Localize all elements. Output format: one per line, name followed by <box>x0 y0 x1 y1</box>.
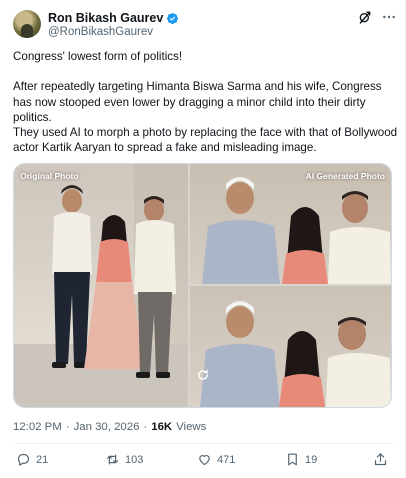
repost-button[interactable]: 103 <box>105 452 143 467</box>
tweet-time[interactable]: 12:02 PM <box>13 421 62 433</box>
tweet-date[interactable]: Jan 30, 2026 <box>74 421 140 433</box>
tweet-line: They used AI to morph a photo by replaci… <box>13 126 398 155</box>
repost-icon <box>106 454 119 465</box>
original-photo-label: Original Photo <box>20 171 79 181</box>
original-photo-illustration <box>14 164 188 407</box>
repost-count: 103 <box>125 453 144 466</box>
bookmark-icon <box>288 453 297 466</box>
tweet-line: Congress' lowest form of politics! <box>13 50 183 63</box>
author-name-row: Ron Bikash Gaurev <box>48 11 179 25</box>
views-label: Views <box>176 421 207 433</box>
tweet-media[interactable]: Original Photo AI Generated Photo <box>13 163 392 408</box>
author-display-name[interactable]: Ron Bikash Gaurev <box>48 11 163 25</box>
ai-generated-photo-bottom[interactable] <box>190 286 391 407</box>
meta-separator: · <box>65 421 70 433</box>
more-icon[interactable] <box>381 9 397 25</box>
ai-photo-top-illustration <box>202 177 391 284</box>
tweet-line-gap <box>13 64 398 79</box>
verified-badge-icon <box>167 12 179 24</box>
tweet-text: Congress' lowest form of politics! After… <box>13 49 398 155</box>
action-bar: 21 103 471 19 <box>13 452 393 470</box>
reply-icon <box>17 453 30 466</box>
bookmark-button[interactable]: 19 <box>285 452 317 467</box>
share-button[interactable] <box>373 452 388 467</box>
author-handle[interactable]: @RonBikashGaurev <box>48 26 153 38</box>
views-count: 16K <box>151 421 173 433</box>
reply-button[interactable]: 21 <box>16 452 48 467</box>
author-avatar[interactable] <box>13 10 41 38</box>
bookmark-count: 19 <box>305 453 318 466</box>
reply-count: 21 <box>36 453 49 466</box>
refresh-icon[interactable] <box>196 368 210 382</box>
divider <box>13 443 393 444</box>
like-icon <box>199 455 210 466</box>
like-button[interactable]: 471 <box>197 452 235 467</box>
original-photo[interactable]: Original Photo <box>14 164 188 407</box>
like-count: 471 <box>217 453 236 466</box>
ai-photo-bottom-illustration <box>200 301 391 407</box>
grok-icon[interactable] <box>357 9 373 25</box>
tweet-meta: 12:02 PM · Jan 30, 2026 · 16K Views <box>13 421 206 433</box>
tweet-line: After repeatedly targeting Himanta Biswa… <box>13 80 382 124</box>
ai-generated-photo-label: AI Generated Photo <box>305 171 385 181</box>
meta-separator: · <box>143 421 148 433</box>
tweet-card: Ron Bikash Gaurev @RonBikashGaurev Congr… <box>0 0 406 478</box>
ai-generated-photo-top[interactable]: AI Generated Photo <box>190 164 391 284</box>
share-icon <box>374 453 387 466</box>
